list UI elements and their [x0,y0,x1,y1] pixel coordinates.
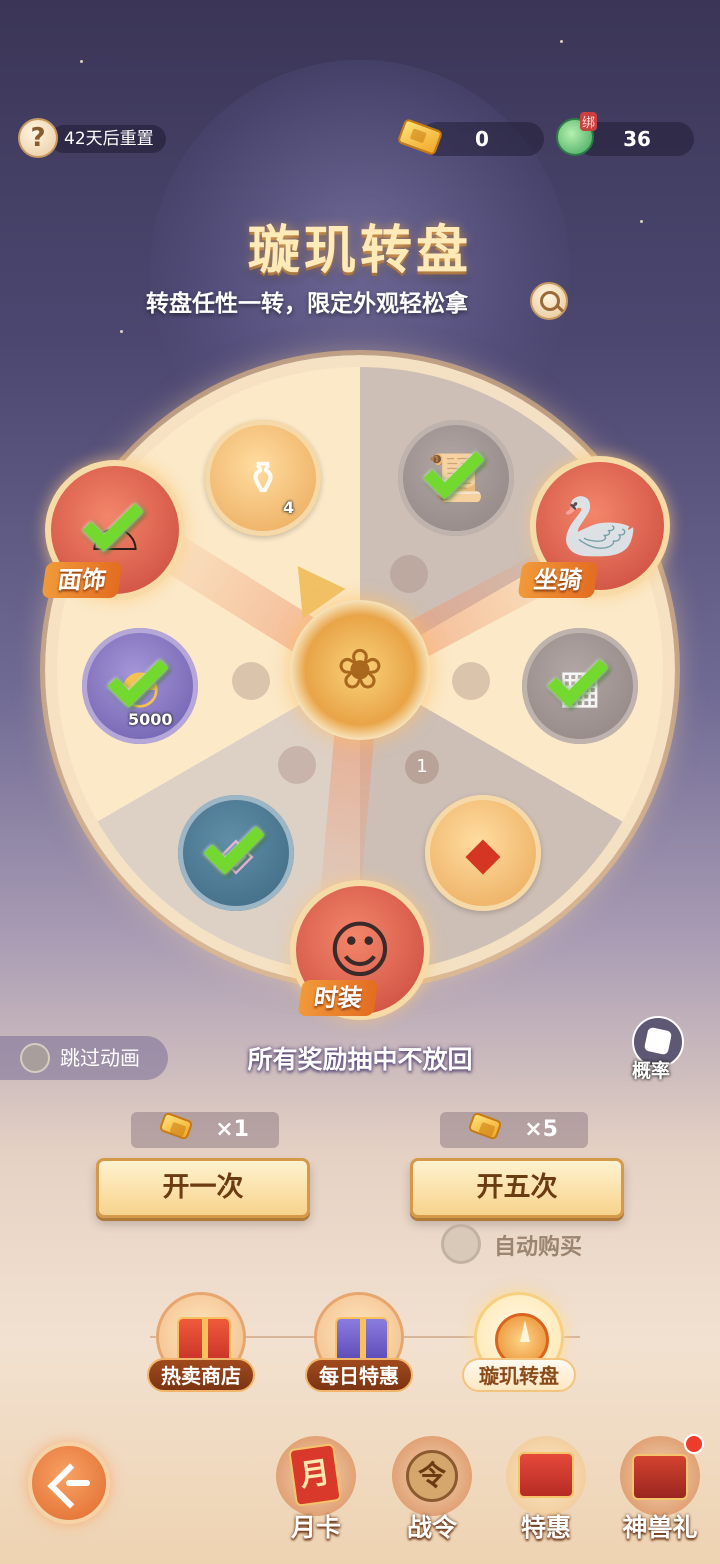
grand-prize-label: 坐骑 [517,562,599,598]
wheel-center-hub[interactable]: ❀ [290,600,430,740]
auto-buy-label: 自动购买 [494,1235,583,1260]
help-button[interactable]: ? [18,118,58,158]
ticket-count: 0 [475,127,489,151]
five-draw-cost: ×5 [440,1111,588,1148]
star [560,40,563,43]
auto-buy-checkbox[interactable] [441,1224,481,1264]
ticket-icon [467,1111,503,1141]
cost-text: ×5 [524,1117,558,1142]
character-outfit-icon: ☺ [327,913,393,987]
empty-slot-dot [390,555,428,593]
page-title: 璇玑转盘 [247,220,472,281]
item-count: 5000 [128,710,173,729]
page-subtitle: 转盘任性一转，限定外观轻松拿 [146,291,468,317]
number-marker: 1 [405,750,439,784]
wheel-slot-gold: ◓ 5000 [82,628,198,744]
notification-dot [684,1434,704,1454]
gift-box-icon [177,1317,231,1363]
tab-hot-shop-label[interactable]: 热卖商店 [147,1358,255,1392]
preview-search-button[interactable] [530,282,568,320]
red-crystal-icon: ◆ [465,826,501,880]
gift-box-icon [335,1317,389,1363]
empty-slot-dot [232,662,270,700]
question-icon: ? [30,123,46,153]
rule-text: 所有奖励抽中不放回 [247,1045,473,1074]
item-count: 4 [283,498,295,517]
single-draw-cost: ×1 [131,1111,279,1148]
monthly-card-icon: 月 [288,1443,342,1507]
jade-count: 36 [623,127,651,151]
divine-beast-gift-label[interactable]: 神兽礼 [610,1508,710,1544]
reset-timer: 42天后重置 [50,125,166,153]
spirit-beast-icon: ❀ [336,637,384,703]
tab-daily-deal-label[interactable]: 每日特惠 [305,1358,413,1392]
bind-tag: 绑 [580,112,598,131]
empty-slot-dot [452,662,490,700]
ticket-icon [158,1111,194,1141]
special-offer-label[interactable]: 特惠 [496,1508,596,1544]
wheel-slot-scroll: 📜 [398,420,514,536]
back-button[interactable] [28,1442,110,1524]
monthly-card-label[interactable]: 月卡 [266,1508,366,1544]
beast-chest-icon [632,1454,688,1500]
wheel-slot-red-crystal: ◆ [425,795,541,911]
tab-wheel-label[interactable]: 璇玑转盘 [462,1358,576,1392]
grand-prize-label: 时装 [297,980,379,1016]
monthly-card-button[interactable]: 月 [276,1436,356,1516]
battle-pass-label[interactable]: 战令 [382,1508,482,1544]
reset-text: 42天后重置 [64,129,154,149]
probability-button-label[interactable]: 概率 [632,1056,670,1083]
flask-icon: ⚱ [243,451,283,505]
battle-pass-button[interactable]: 令 [392,1436,472,1516]
cost-text: ×1 [215,1117,249,1142]
wheel-slot-flask: ⚱ 4 [205,420,321,536]
goose-mount-icon: 🦢 [561,489,639,562]
draw-five-button[interactable]: 开五次 [410,1158,624,1218]
grand-prize-label: 面饰 [41,562,123,598]
draw-once-button[interactable]: 开一次 [96,1158,310,1218]
wheel-slot-gem-box: ◈ [178,795,294,911]
special-offer-button[interactable] [506,1436,586,1516]
star [120,330,123,333]
treasure-chest-icon [518,1452,574,1498]
empty-slot-dot [278,746,316,784]
star [80,60,83,63]
battle-pass-icon: 令 [406,1450,458,1502]
wheel-slot-bundle: ▦ [522,628,638,744]
